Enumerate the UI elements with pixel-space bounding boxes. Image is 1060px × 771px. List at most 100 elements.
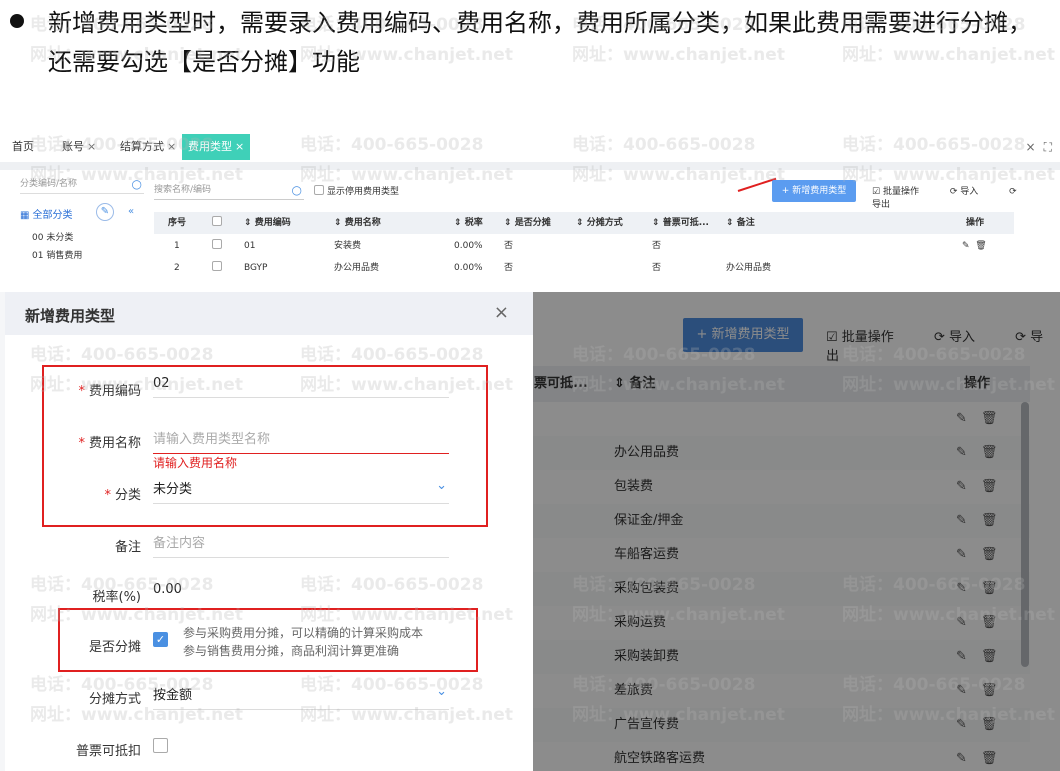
select-all-checkbox[interactable]	[212, 212, 225, 234]
col-label: 税率	[464, 218, 483, 228]
cell-code: 01	[244, 241, 256, 251]
placeholder: 分类编码/名称	[20, 179, 78, 189]
cell-note: 办公用品费	[726, 263, 772, 273]
window-controls: × ⛶	[1018, 140, 1052, 155]
cell-invoice: 否	[652, 241, 662, 251]
label-text: 备注	[114, 540, 141, 555]
cell-tax: 0.00%	[454, 263, 483, 273]
close-all-icon[interactable]: ×	[1026, 140, 1036, 154]
cell-share: 否	[504, 241, 514, 251]
edit-icon[interactable]: ✎	[96, 203, 114, 221]
col-label: 费用名称	[344, 218, 381, 228]
search-icon[interactable]: ○	[292, 180, 302, 200]
category-item[interactable]: 01 销售费用	[32, 248, 82, 261]
note-input[interactable]: 备注内容	[153, 532, 449, 558]
invoice-checkbox[interactable]	[153, 738, 168, 753]
export-label: 导出	[872, 200, 891, 210]
category-item[interactable]: 00 未分类	[32, 230, 73, 243]
tab-label: 首页	[12, 140, 34, 153]
highlight-box-share	[58, 608, 478, 672]
tab-label: 结算方式	[120, 140, 164, 153]
col-seq: 序号	[168, 218, 187, 228]
table-row[interactable]: 1 01 安装费 0.00% 否 否 ✎ 🗑	[154, 235, 1014, 257]
row-checkbox[interactable]	[212, 235, 225, 257]
checkbox-icon	[212, 261, 222, 271]
col-share[interactable]: ⇕ 是否分摊	[504, 212, 551, 234]
all-categories-item[interactable]: ▦ 全部分类	[20, 206, 72, 221]
col-name[interactable]: ⇕ 费用名称	[334, 212, 381, 234]
category-search-input[interactable]: 分类编码/名称 ○	[20, 174, 144, 194]
toolbar-actions: ☑ 批量操作 ⟳ 导入 ⟳ 导出	[872, 184, 1020, 210]
col-code[interactable]: ⇕ 费用编码	[244, 212, 291, 234]
placeholder: 搜索名称/编码	[154, 185, 212, 195]
expense-list-pane: 搜索名称/编码 ○ 显示停用费用类型 + 新增费用类型 ☑ 批量操作 ⟳ 导入 …	[150, 174, 1020, 274]
dialog-screenshot: + 新增费用类型 ☑ 批量操作 ⟳ 导入 ⟳ 导出 票可抵... ⇕ 备注 操作…	[0, 292, 1060, 771]
fullscreen-icon[interactable]: ⛶	[1044, 140, 1052, 154]
batch-label: 批量操作	[882, 187, 919, 197]
select-value: 按金额	[153, 688, 193, 703]
cell-name: 安装费	[334, 241, 362, 251]
checkbox-icon	[212, 239, 222, 249]
field-label: 税率(%)	[5, 586, 142, 605]
col-label: 费用编码	[254, 218, 291, 228]
cell-seq: 1	[174, 241, 180, 251]
add-expense-type-button[interactable]: + 新增费用类型	[772, 180, 856, 202]
close-icon[interactable]: ×	[494, 302, 509, 323]
label-text: 税率(%)	[92, 590, 142, 605]
label-text: 普票可抵扣	[75, 744, 141, 759]
dialog-header: 新增费用类型 ×	[5, 292, 533, 335]
tab-settlement[interactable]: 结算方式 ×	[114, 134, 182, 160]
tab-expense-type[interactable]: 费用类型 ×	[182, 134, 251, 160]
method-select[interactable]: 按金额 ⌄	[153, 684, 449, 710]
instruction-text: 新增费用类型时，需要录入费用编码、费用名称，费用所属分类，如果此费用需要进行分摊…	[48, 9, 1032, 76]
modal-overlay[interactable]	[530, 292, 1060, 771]
field-label: 普票可抵扣	[5, 740, 141, 759]
checkbox-icon	[212, 216, 222, 226]
expense-search-input[interactable]: 搜索名称/编码 ○	[154, 180, 304, 200]
tab-bar: 首页 账号 × 结算方式 × 费用类型 × × ⛶	[0, 132, 1060, 160]
cell-invoice: 否	[652, 263, 662, 273]
chevron-down-icon: ⌄	[436, 684, 447, 699]
arrow-annotation	[737, 177, 777, 192]
import-button[interactable]: ⟳ 导入	[950, 187, 992, 197]
row-checkbox[interactable]	[212, 257, 225, 274]
cell-tax: 0.00%	[454, 241, 483, 251]
col-label: 分摊方式	[586, 218, 623, 228]
grid-icon: ▦	[20, 210, 30, 221]
close-icon[interactable]: ×	[235, 140, 244, 153]
field-label: 备注	[5, 536, 141, 555]
table-header: 序号 ⇕ 费用编码 ⇕ 费用名称 ⇕ 税率 ⇕ 是否分摊 ⇕ 分摊方式 ⇕ 普票…	[154, 212, 1014, 234]
batch-button[interactable]: ☑ 批量操作	[872, 187, 933, 197]
delete-icon[interactable]: 🗑	[975, 241, 986, 251]
all-label: 全部分类	[32, 210, 73, 221]
highlight-box-required	[42, 365, 488, 527]
cell-seq: 2	[174, 263, 180, 273]
category-pane: 分类编码/名称 ○ ▦ 全部分类 ✎ « 00 未分类 01 销售费用	[14, 174, 150, 274]
col-ops: 操作	[966, 218, 985, 228]
collapse-icon[interactable]: «	[122, 204, 140, 222]
field-label: 分摊方式	[5, 688, 141, 707]
tab-home[interactable]: 首页	[6, 134, 40, 160]
show-disabled-checkbox[interactable]: 显示停用费用类型	[314, 184, 399, 197]
tax-input[interactable]: 0.00	[153, 582, 449, 603]
cell-code: BGYP	[244, 263, 268, 273]
col-method[interactable]: ⇕ 分摊方式	[576, 212, 623, 234]
col-note[interactable]: ⇕ 备注	[726, 212, 755, 234]
close-icon[interactable]: ×	[167, 140, 176, 153]
divider	[0, 162, 1060, 170]
cell-share: 否	[504, 263, 514, 273]
cell-name: 办公用品费	[334, 263, 380, 273]
col-label: 是否分摊	[514, 218, 551, 228]
col-invoice[interactable]: ⇕ 普票可抵...	[652, 212, 709, 234]
label-text: 分摊方式	[88, 692, 141, 707]
close-icon[interactable]: ×	[87, 140, 96, 153]
bullet-icon	[10, 14, 24, 28]
tab-account[interactable]: 账号 ×	[56, 134, 102, 160]
row-ops: ✎ 🗑	[962, 235, 987, 257]
checkbox-label: 显示停用费用类型	[327, 187, 400, 197]
search-icon[interactable]: ○	[132, 174, 142, 194]
table-row[interactable]: 2 BGYP 办公用品费 0.00% 否 否 办公用品费	[154, 257, 1014, 274]
edit-icon[interactable]: ✎	[962, 241, 970, 251]
list-screenshot: 首页 账号 × 结算方式 × 费用类型 × × ⛶ 分类编码/名称 ○ ▦ 全部分类 ✎ «…	[0, 126, 1060, 274]
col-tax[interactable]: ⇕ 税率	[454, 212, 483, 234]
